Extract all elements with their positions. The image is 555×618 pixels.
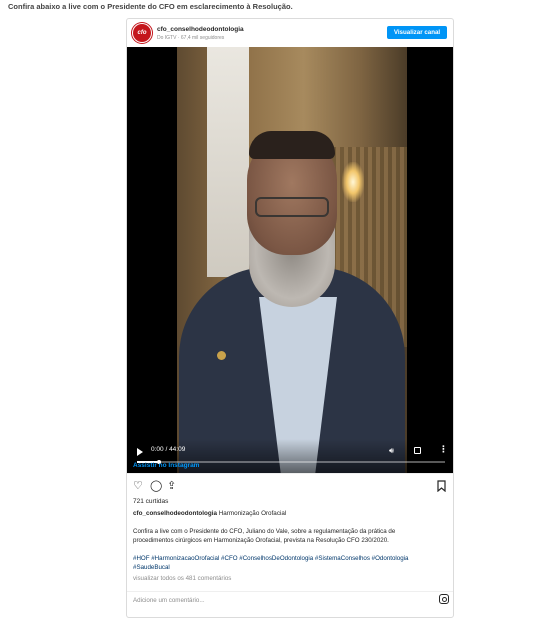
fullscreen-icon[interactable] <box>414 447 421 454</box>
comment-input[interactable]: Adicione um comentário... <box>133 597 205 604</box>
intro-text: Confira abaixo a live com o Presidente d… <box>8 2 293 11</box>
hashtags[interactable]: #HOF #HarmonizacaoOrofacial #CFO #Consel… <box>133 554 443 572</box>
post-actions: ♡ ◯ ⇪ <box>133 480 447 494</box>
comment-icon[interactable]: ◯ <box>150 480 162 492</box>
more-options-icon[interactable]: ⋮ <box>439 445 448 454</box>
caption-header: cfo_conselhodeodontologia Harmonização O… <box>133 510 286 517</box>
play-icon[interactable] <box>137 448 143 456</box>
likes-count: 721 curtidas <box>133 498 169 505</box>
post-meta: Do IGTV · 67,4 mil seguidores <box>157 35 224 41</box>
post-header: cfo cfo_conselhodeodontologia Do IGTV · … <box>127 19 453 47</box>
video-player[interactable]: 0:00 / 44:09 🔊︎ ⋮ <box>127 47 453 473</box>
username-link[interactable]: cfo_conselhodeodontologia <box>157 26 244 33</box>
share-icon[interactable]: ⇪ <box>167 480 176 492</box>
caption-username[interactable]: cfo_conselhodeodontologia <box>133 510 217 517</box>
video-time: 0:00 / 44:09 <box>151 446 186 453</box>
caption-title: Harmonização Orofacial <box>218 510 287 517</box>
instagram-icon[interactable] <box>439 594 449 604</box>
avatar[interactable]: cfo <box>133 24 151 42</box>
divider <box>127 473 453 474</box>
video-frame <box>177 47 407 473</box>
meta-separator: · <box>177 35 180 41</box>
watch-on-instagram-link[interactable]: Assistir no Instagram <box>133 462 199 469</box>
bookmark-icon[interactable] <box>437 480 446 495</box>
heart-icon[interactable]: ♡ <box>133 480 143 492</box>
volume-icon[interactable]: 🔊︎ <box>389 446 394 456</box>
caption-body: Confira a live com o Presidente do CFO, … <box>133 528 396 544</box>
followers-count: 67,4 mil seguidores <box>180 35 225 41</box>
instagram-embed-card: cfo cfo_conselhodeodontologia Do IGTV · … <box>126 18 454 618</box>
source-label: Do IGTV <box>157 35 177 41</box>
divider <box>127 591 453 592</box>
view-comments-link[interactable]: visualizar todos os 481 comentários <box>133 575 231 582</box>
view-channel-button[interactable]: Visualizar canal <box>387 26 447 39</box>
